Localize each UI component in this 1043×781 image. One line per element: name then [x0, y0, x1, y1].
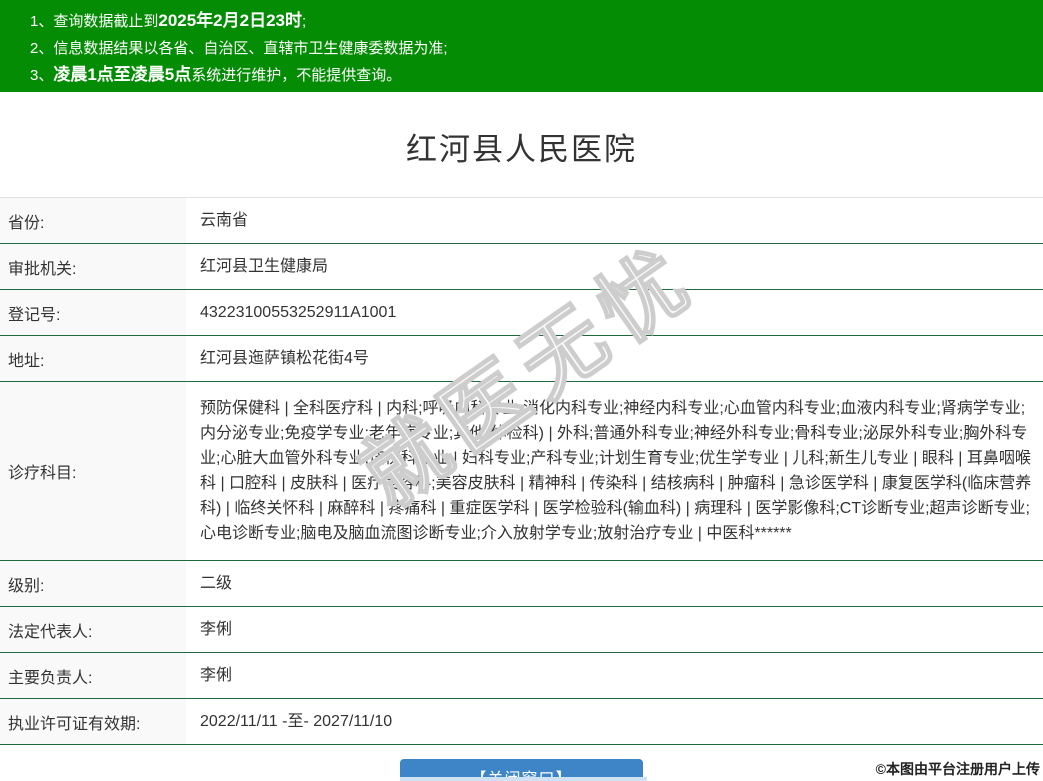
table-row: 登记号: 43223100553252911A1001: [0, 289, 1043, 336]
row-label-legal-representative: 法定代表人:: [0, 606, 186, 653]
row-label-level: 级别:: [0, 560, 186, 607]
row-value-license-validity: 2022/11/11 -至- 2027/11/10: [200, 713, 393, 730]
secondary-button-partial: [400, 777, 647, 781]
notice-line-text: 信息数据结果以各省、自治区、直辖市卫生健康委数据为准;: [53, 40, 448, 57]
table-row: 执业许可证有效期: 2022/11/11 -至- 2027/11/10: [0, 698, 1043, 745]
row-value-level: 二级: [200, 575, 233, 592]
row-value-legal-representative: 李俐: [200, 621, 233, 638]
table-row: 诊疗科目: 预防保健科 | 全科医疗科 | 内科;呼吸内科专业;消化内科专业;神…: [0, 381, 1043, 561]
notice-line-text: 查询数据截止到: [53, 13, 159, 30]
notice-line-text: ;: [302, 13, 307, 30]
notice-line-number: 2、: [30, 40, 54, 57]
row-label-address: 地址:: [0, 335, 186, 382]
table-row: 省份: 云南省: [0, 197, 1043, 244]
row-label-province: 省份:: [0, 197, 186, 244]
notice-line-2: 2、信息数据结果以各省、自治区、直辖市卫生健康委数据为准;: [30, 35, 1033, 62]
row-label-main-person-in-charge: 主要负责人:: [0, 652, 186, 699]
hospital-info-table: 省份: 云南省 审批机关: 红河县卫生健康局 登记号: 432231005532…: [0, 197, 1043, 745]
row-label-license-validity: 执业许可证有效期:: [0, 698, 186, 745]
row-label-registration-number: 登记号:: [0, 289, 186, 336]
notice-line-number: 3、: [30, 67, 54, 84]
notice-line-1: 1、查询数据截止到2025年2月2日23时;: [30, 8, 1033, 35]
table-row: 审批机关: 红河县卫生健康局: [0, 243, 1043, 290]
row-label-medical-subjects: 诊疗科目:: [0, 381, 186, 561]
notice-line-number: 1、: [30, 13, 54, 30]
notice-banner: 1、查询数据截止到2025年2月2日23时; 2、信息数据结果以各省、自治区、直…: [0, 0, 1043, 92]
notice-line-3: 3、凌晨1点至凌晨5点系统进行维护，不能提供查询。: [30, 62, 1033, 89]
row-label-approval-authority: 审批机关:: [0, 243, 186, 290]
table-row: 主要负责人: 李俐: [0, 652, 1043, 699]
table-row: 级别: 二级: [0, 560, 1043, 607]
notice-line-bold: 凌晨1点至凌晨5点: [53, 65, 192, 84]
copyright-note: ©本图由平台注册用户上传: [875, 761, 1040, 777]
row-value-main-person-in-charge: 李俐: [200, 667, 233, 684]
row-value-province: 云南省: [200, 212, 249, 229]
page-title: 红河县人民医院: [406, 132, 637, 167]
notice-line-text: 系统进行维护，不能提供查询。: [191, 67, 402, 84]
row-value-medical-subjects: 预防保健科 | 全科医疗科 | 内科;呼吸内科专业;消化内科专业;神经内科专业;…: [200, 400, 1032, 542]
table-row: 法定代表人: 李俐: [0, 606, 1043, 653]
row-value-registration-number: 43223100553252911A1001: [200, 304, 397, 321]
row-value-address: 红河县迤萨镇松花街4号: [200, 350, 369, 367]
notice-line-bold: 2025年2月2日23时: [158, 11, 302, 30]
table-row: 地址: 红河县迤萨镇松花街4号: [0, 335, 1043, 382]
row-value-approval-authority: 红河县卫生健康局: [200, 258, 329, 275]
